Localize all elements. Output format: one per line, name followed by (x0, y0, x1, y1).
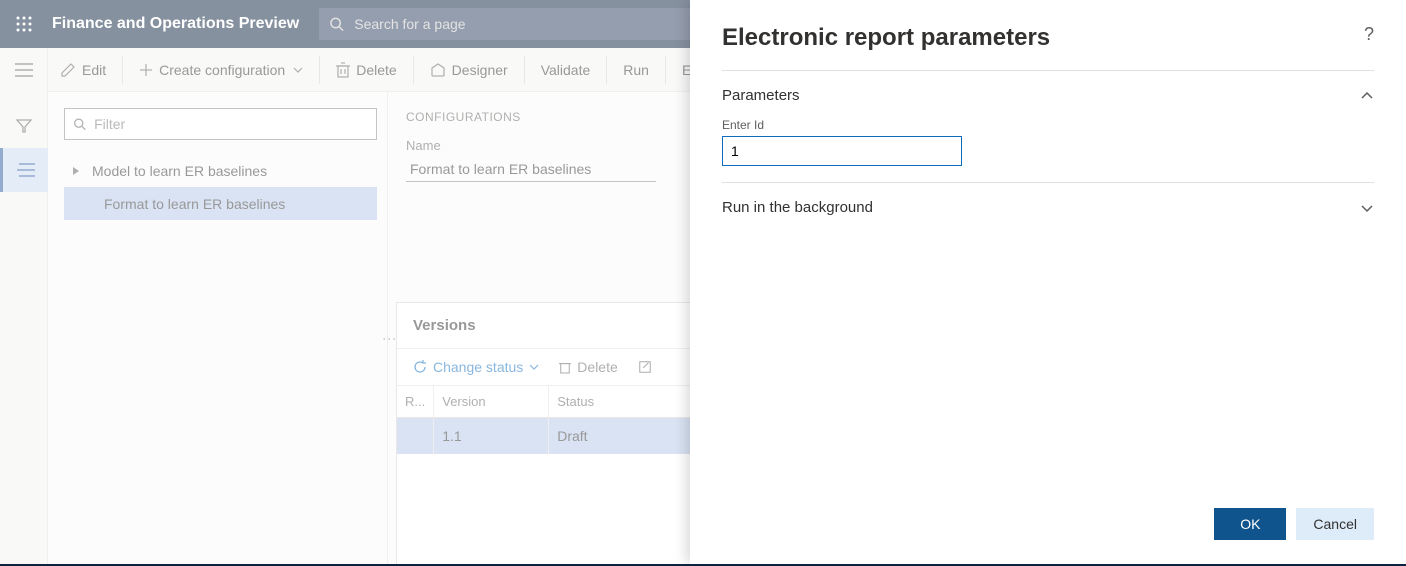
section-parameters-title: Parameters (722, 87, 800, 104)
section-parameters: Parameters Enter Id (722, 70, 1374, 182)
parameters-dialog: Electronic report parameters ? Parameter… (690, 0, 1406, 564)
chevron-up-icon (1360, 89, 1374, 103)
enter-id-label: Enter Id (722, 118, 1374, 132)
enter-id-field: Enter Id (722, 118, 1374, 166)
enter-id-input[interactable] (722, 136, 962, 166)
section-background: Run in the background (722, 182, 1374, 232)
section-background-header[interactable]: Run in the background (722, 199, 1374, 216)
section-background-title: Run in the background (722, 199, 873, 216)
section-parameters-header[interactable]: Parameters (722, 87, 1374, 104)
ok-button[interactable]: OK (1214, 508, 1286, 540)
dialog-title: Electronic report parameters (722, 24, 1050, 52)
help-button[interactable]: ? (1364, 24, 1374, 45)
cancel-button[interactable]: Cancel (1296, 508, 1374, 540)
chevron-down-icon (1360, 201, 1374, 215)
